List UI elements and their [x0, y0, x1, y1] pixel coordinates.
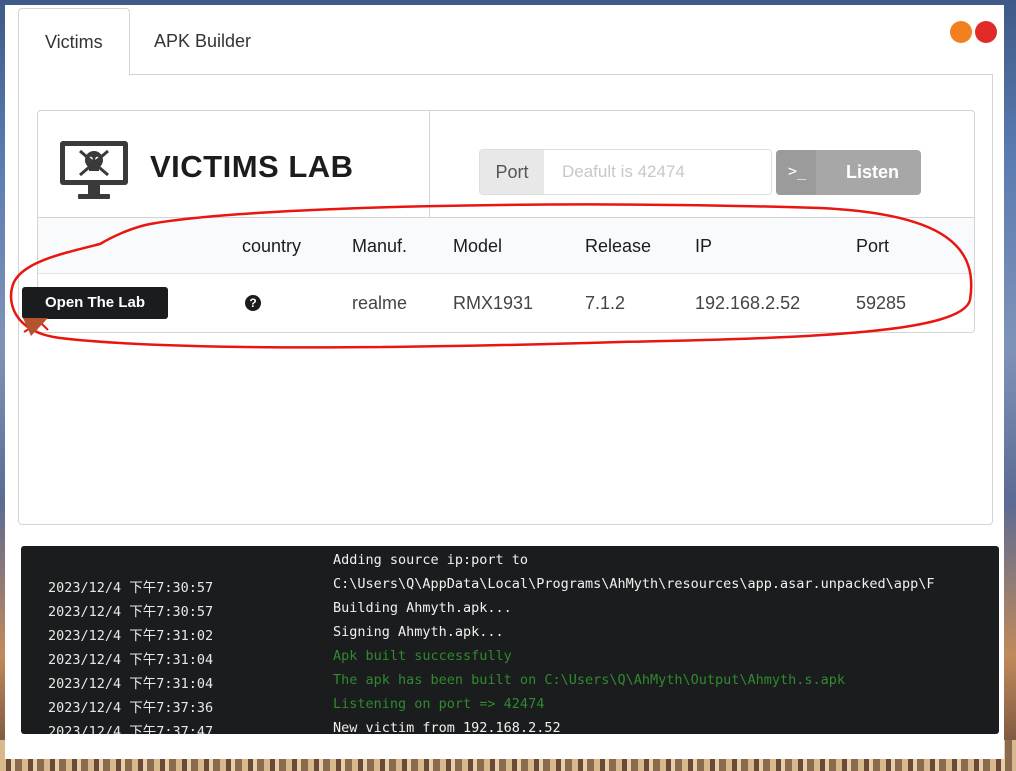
cell-ip: 192.168.2.52: [695, 293, 801, 313]
log-message: Building Ahmyth.apk...: [333, 600, 512, 616]
close-button[interactable]: [975, 21, 997, 43]
log-timestamp: 2023/12/4 下午7:31:02: [48, 628, 214, 644]
terminal-icon: >_: [788, 162, 807, 180]
header-divider: [429, 111, 430, 217]
log-timestamp: 2023/12/4 下午7:30:57: [48, 580, 214, 596]
minimize-button[interactable]: [950, 21, 972, 43]
cell-manufacturer: realme: [352, 293, 408, 313]
column-ip: IP: [695, 236, 713, 256]
log-message: Signing Ahmyth.apk...: [333, 624, 504, 640]
question-circle-icon: ?: [245, 295, 261, 311]
port-input-group: Port: [479, 149, 772, 195]
port-label: Port: [480, 150, 544, 194]
victims-segment: VICTIMS LAB Port >_ Listen country Manuf…: [18, 75, 993, 525]
log-message: New victim from 192.168.2.52: [333, 720, 561, 734]
log-message: Adding source ip:port to: [333, 552, 529, 568]
log-message: The apk has been built on C:\Users\Q\AhM…: [333, 672, 846, 688]
log-timestamp: 2023/12/4 下午7:37:47: [48, 724, 214, 734]
victims-panel: VICTIMS LAB Port >_ Listen country Manuf…: [22, 110, 975, 333]
log-timestamp: 2023/12/4 下午7:31:04: [48, 652, 214, 668]
app-window: Victims APK Builder VICTIMS LAB Port Dea…: [5, 5, 1004, 759]
log-timestamp: 2023/12/4 下午7:37:36: [48, 700, 214, 716]
victims-table-header: country Manuf. Model Release IP Port: [38, 217, 974, 274]
log-console: Adding source ip:port to 2023/12/4 下午7:30…: [21, 546, 999, 734]
table-row: ? realme RMX1931 7.1.2 192.168.2.52 5928…: [38, 274, 974, 332]
column-release: Release: [585, 236, 652, 256]
column-model: Model: [453, 236, 503, 256]
listen-button[interactable]: >_ Listen: [776, 150, 921, 195]
column-country: country: [242, 236, 302, 256]
log-timestamp: 2023/12/4 下午7:31:04: [48, 676, 214, 692]
tab-bar: Victims APK Builder: [18, 8, 993, 76]
page-title: VICTIMS LAB: [150, 149, 354, 184]
cell-port: 59285: [856, 293, 907, 313]
column-port: Port: [856, 236, 890, 256]
port-input[interactable]: [544, 150, 771, 194]
open-the-lab-button[interactable]: Open The Lab: [22, 287, 168, 319]
log-timestamp: 2023/12/4 下午7:30:57: [48, 604, 214, 620]
cell-model: RMX1931: [453, 293, 534, 313]
log-message: Apk built successfully: [333, 648, 512, 664]
log-message: Listening on port => 42474: [333, 696, 545, 712]
tab-victims[interactable]: Victims: [18, 8, 130, 76]
log-message: C:\Users\Q\AppData\Local\Programs\AhMyth…: [333, 576, 935, 592]
cell-release: 7.1.2: [585, 293, 626, 313]
skull-monitor-icon: [60, 141, 128, 199]
listen-button-label: Listen: [846, 162, 900, 182]
tab-apk-builder[interactable]: APK Builder: [128, 8, 277, 75]
column-manufacturer: Manuf.: [352, 236, 408, 256]
